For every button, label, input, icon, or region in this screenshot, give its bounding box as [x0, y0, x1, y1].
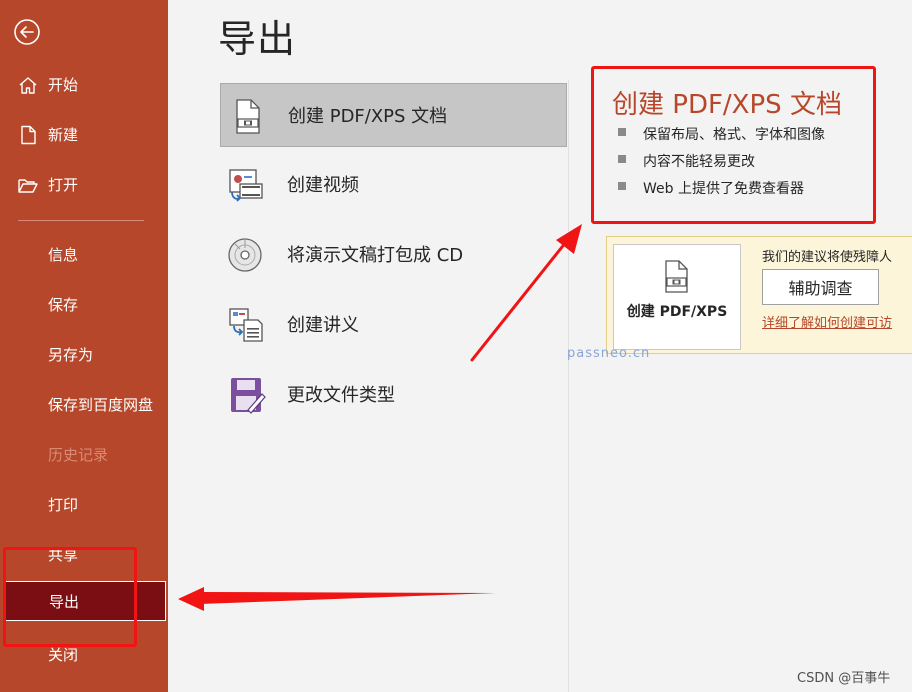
list-divider: [568, 80, 569, 692]
nav-save-as[interactable]: 另存为: [0, 334, 168, 374]
nav-history: 历史记录: [0, 434, 168, 474]
nav-label: 开始: [48, 75, 79, 94]
home-icon: [19, 77, 37, 94]
nav-label: 历史记录: [48, 445, 109, 464]
back-arrow-icon: [14, 19, 40, 45]
nav-divider: [18, 220, 144, 221]
pdf-document-icon: [236, 99, 260, 134]
nav-label: 新建: [48, 125, 79, 144]
option-label: 创建讲义: [287, 315, 359, 336]
accessibility-text: 我们的建议将使残障人: [762, 250, 893, 265]
option-label: 更改文件类型: [287, 385, 395, 406]
new-doc-icon: [21, 125, 36, 145]
handout-icon: [229, 308, 263, 342]
cd-disc-icon: [228, 238, 262, 272]
nav-label: 保存到百度网盘: [48, 395, 154, 414]
video-icon: [229, 169, 263, 202]
option-label: 创建视频: [287, 175, 359, 196]
create-pdf-xps-button[interactable]: 创建 PDF/XPS: [613, 244, 741, 350]
nav-open[interactable]: 打开: [0, 164, 168, 204]
accessibility-survey-button[interactable]: 辅助调查: [762, 269, 879, 305]
csdn-watermark: CSDN @百事牛: [797, 671, 891, 686]
option-create-pdf-xps[interactable]: 创建 PDF/XPS 文档: [220, 83, 567, 147]
nav-info[interactable]: 信息: [0, 234, 168, 274]
option-create-video[interactable]: 创建视频: [220, 152, 567, 216]
option-change-file-type[interactable]: 更改文件类型: [220, 362, 567, 426]
nav-label: 打印: [48, 495, 79, 514]
nav-new[interactable]: 新建: [0, 114, 168, 154]
create-button-label: 创建 PDF/XPS: [626, 304, 728, 320]
option-label: 将演示文稿打包成 CD: [287, 245, 464, 266]
nav-label: 打开: [48, 175, 79, 194]
nav-print[interactable]: 打印: [0, 484, 168, 524]
watermark: passneo.cn: [567, 346, 651, 361]
nav-save-baidu[interactable]: 保存到百度网盘: [0, 384, 168, 424]
nav-home[interactable]: 开始: [0, 64, 168, 104]
option-create-handout[interactable]: 创建讲义: [220, 292, 567, 356]
save-filetype-icon: [231, 378, 266, 414]
folder-open-icon: [18, 179, 38, 193]
arrow-to-export-icon: [178, 587, 496, 611]
nav-save[interactable]: 保存: [0, 284, 168, 324]
back-button[interactable]: [13, 18, 41, 46]
nav-label: 信息: [48, 245, 79, 264]
nav-label: 保存: [48, 295, 79, 314]
annotation-highlight-box: [591, 66, 876, 224]
accessibility-learn-link[interactable]: 详细了解如何创建可访: [762, 312, 892, 331]
option-package-cd[interactable]: 将演示文稿打包成 CD: [220, 222, 567, 286]
nav-label: 另存为: [48, 345, 94, 364]
page-title: 导出: [218, 17, 297, 61]
pdf-document-icon: [665, 260, 688, 293]
option-label: 创建 PDF/XPS 文档: [288, 106, 448, 127]
annotation-highlight-box: [3, 547, 137, 647]
